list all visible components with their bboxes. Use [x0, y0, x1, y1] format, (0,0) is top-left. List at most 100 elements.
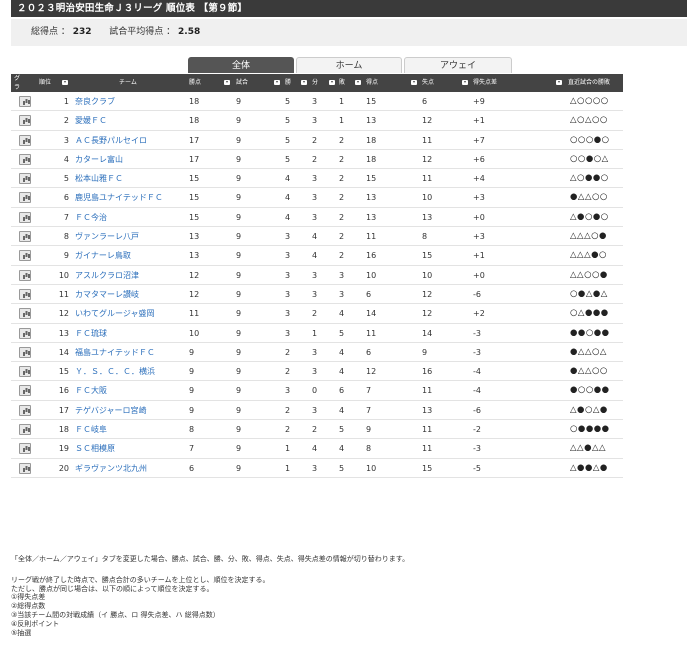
cell-goals-against: 12 — [422, 309, 433, 319]
average-score-label: 試合平均得点 ： — [109, 27, 176, 37]
header-points: 勝点 — [189, 79, 202, 86]
cell-rank: 1 — [63, 97, 69, 106]
cell-wins: 1 — [285, 444, 291, 454]
team-link[interactable]: ＦＣ今治 — [75, 208, 107, 227]
table-row: 6 鹿児島ユナイテッドＦＣ 15 9 4 3 2 13 10 +3 ●△△○○ — [11, 188, 623, 208]
tab-home[interactable]: ホーム — [296, 57, 402, 73]
cell-goal-difference: +0 — [473, 270, 485, 280]
cell-draws: 4 — [312, 251, 318, 261]
team-link[interactable]: カマタマーレ讃岐 — [75, 285, 139, 304]
sort-losses-icon[interactable] — [355, 80, 361, 85]
cell-games: 9 — [236, 154, 242, 164]
tab-overall[interactable]: 全体 — [188, 57, 294, 73]
team-link[interactable]: ギラヴァンツ北九州 — [75, 459, 147, 478]
team-link[interactable]: Ｙ．Ｓ．Ｃ．Ｃ．横浜 — [75, 362, 155, 381]
cell-goals-for: 15 — [366, 174, 377, 184]
sort-goal-difference-icon[interactable] — [556, 80, 562, 85]
table-row: 18 ＦＣ岐阜 8 9 2 2 5 9 11 -2 ○●●●● — [11, 420, 623, 440]
table-row: 10 アスルクラロ沼津 12 9 3 3 3 10 10 +0 △△○○● — [11, 266, 623, 285]
header-losses: 敗 — [339, 79, 346, 86]
team-link[interactable]: カターレ富山 — [75, 150, 123, 169]
cell-goals-for: 9 — [366, 425, 372, 435]
cell-draws: 3 — [312, 289, 318, 299]
sort-games-icon[interactable] — [274, 80, 280, 85]
cell-goals-for: 13 — [366, 212, 377, 222]
table-row: 16 ＦＣ大阪 9 9 3 0 6 7 11 -4 ●○○●● — [11, 381, 623, 401]
cell-goal-difference: +1 — [473, 116, 485, 126]
team-link[interactable]: 鹿児島ユナイテッドＦＣ — [75, 188, 163, 207]
cell-points: 7 — [189, 444, 195, 454]
cell-draws: 2 — [312, 425, 318, 435]
team-link[interactable]: ＦＣ岐阜 — [75, 420, 107, 439]
cell-draws: 3 — [312, 463, 318, 473]
cell-recent-results: △●●△● — [570, 462, 608, 473]
team-link[interactable]: ヴァンラーレ八戸 — [75, 227, 139, 246]
header-games: 試合 — [236, 79, 249, 86]
cell-losses: 2 — [339, 174, 345, 184]
team-link[interactable]: ＡＣ長野パルセイロ — [75, 131, 147, 150]
cell-games: 9 — [236, 386, 242, 396]
cell-goals-against: 6 — [422, 97, 428, 106]
cell-losses: 4 — [339, 444, 345, 454]
cell-goal-difference: +1 — [473, 251, 485, 261]
header-goals-against: 失点 — [422, 79, 435, 86]
table-row: 15 Ｙ．Ｓ．Ｃ．Ｃ．横浜 9 9 2 3 4 12 16 -4 ●△△○○ — [11, 362, 623, 382]
cell-rank: 11 — [58, 289, 69, 299]
cell-draws: 3 — [312, 97, 318, 106]
sort-wins-icon[interactable] — [301, 80, 307, 85]
cell-losses: 5 — [339, 328, 345, 338]
cell-recent-results: ○●△●△ — [570, 288, 608, 299]
cell-goal-difference: -4 — [473, 386, 481, 396]
cell-points: 17 — [189, 154, 200, 164]
team-link[interactable]: ＦＣ琉球 — [75, 324, 107, 343]
table-row: 13 ＦＣ琉球 10 9 3 1 5 11 14 -3 ●●○●● — [11, 323, 623, 343]
table-row: 17 テゲバジャーロ宮崎 9 9 2 3 4 7 13 -6 △●○△● — [11, 400, 623, 421]
tab-note: 「全体／ホーム／アウェイ」タブを変更した場合、勝点、試合、勝、分、敗、得点、失点… — [11, 555, 410, 563]
team-link[interactable]: 松本山雅ＦＣ — [75, 169, 123, 188]
cell-draws: 3 — [312, 405, 318, 415]
notes: 「全体／ホーム／アウェイ」タブを変更した場合、勝点、試合、勝、分、敗、得点、失点… — [11, 555, 409, 637]
team-link[interactable]: ＳＣ相模原 — [75, 439, 115, 458]
cell-goal-difference: +7 — [473, 135, 485, 145]
sort-draws-icon[interactable] — [329, 80, 335, 85]
cell-wins: 2 — [285, 347, 291, 357]
team-link[interactable]: ガイナーレ鳥取 — [75, 246, 131, 265]
cell-points: 12 — [189, 289, 200, 299]
cell-wins: 3 — [285, 328, 291, 338]
cell-rank: 9 — [63, 251, 69, 261]
cell-draws: 3 — [312, 347, 318, 357]
cell-losses: 2 — [339, 154, 345, 164]
team-link[interactable]: アスルクラロ沼津 — [75, 266, 139, 285]
cell-goal-difference: -3 — [473, 328, 481, 338]
team-link[interactable]: 奈良クラブ — [75, 92, 115, 111]
cell-points: 9 — [189, 347, 195, 357]
cell-losses: 3 — [339, 270, 345, 280]
cell-games: 9 — [236, 232, 242, 242]
team-link[interactable]: 福島ユナイテッドＦＣ — [75, 343, 155, 362]
team-link[interactable]: いわてグルージャ盛岡 — [75, 304, 154, 323]
cell-goal-difference: -5 — [473, 463, 481, 473]
cell-goals-for: 13 — [366, 116, 377, 126]
sort-goals-for-icon[interactable] — [411, 80, 417, 85]
sort-points-icon[interactable] — [224, 80, 230, 85]
cell-draws: 4 — [312, 232, 318, 242]
sort-goals-against-icon[interactable] — [462, 80, 468, 85]
team-link[interactable]: ＦＣ大阪 — [75, 381, 107, 400]
cell-goal-difference: +3 — [473, 193, 485, 203]
header-draws: 分 — [312, 79, 319, 86]
team-link[interactable]: テゲバジャーロ宮崎 — [75, 401, 146, 420]
cell-wins: 3 — [285, 251, 291, 261]
cell-draws: 3 — [312, 367, 318, 377]
cell-wins: 2 — [285, 405, 291, 415]
cell-rank: 15 — [58, 367, 69, 377]
cell-wins: 5 — [285, 97, 291, 106]
sort-rank-icon[interactable] — [62, 80, 68, 85]
cell-recent-results: ○○●○△ — [570, 153, 609, 164]
tab-away[interactable]: アウェイ — [404, 57, 512, 73]
cell-recent-results: ○●●●● — [570, 424, 610, 435]
cell-recent-results: △△●△△ — [570, 443, 607, 454]
rule-line: ①得失点差 — [11, 593, 46, 602]
cell-goals-against: 13 — [422, 405, 433, 415]
cell-goals-against: 9 — [422, 347, 428, 357]
team-link[interactable]: 愛媛ＦＣ — [75, 111, 107, 130]
